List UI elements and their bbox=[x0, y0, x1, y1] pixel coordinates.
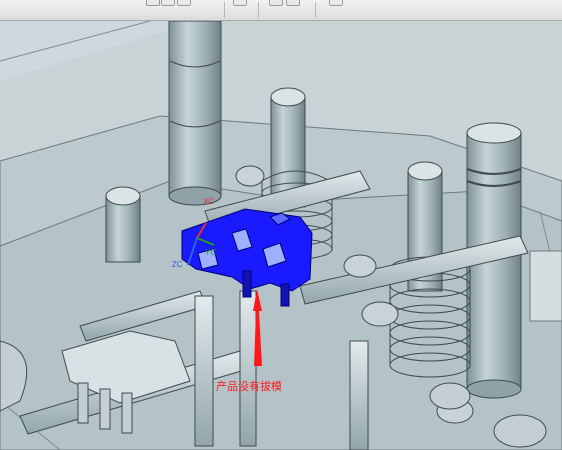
toolbar bbox=[0, 0, 562, 21]
toolbar-button-extra[interactable] bbox=[329, 0, 343, 6]
cad-3d-viewport[interactable]: XC ZC YC 产品没有拔模 bbox=[0, 21, 562, 450]
toolbar-button-render[interactable] bbox=[177, 0, 191, 6]
toolbar-button-view[interactable] bbox=[146, 0, 160, 6]
zc-axis-label: ZC bbox=[172, 260, 183, 269]
guide-pillar-left bbox=[168, 21, 222, 206]
toolbar-button-snap[interactable] bbox=[286, 0, 300, 6]
toolbar-separator bbox=[258, 2, 259, 18]
toolbar-button-section[interactable] bbox=[233, 0, 247, 6]
toolbar-separator bbox=[224, 2, 225, 18]
yc-axis-label: YC bbox=[205, 248, 217, 257]
toolbar-separator bbox=[315, 2, 316, 18]
xc-axis-label: XC bbox=[203, 197, 215, 206]
toolbar-button-layers[interactable] bbox=[269, 0, 283, 6]
toolbar-button-fit[interactable] bbox=[161, 0, 175, 6]
draft-annotation-label: 产品没有拔模 bbox=[216, 380, 282, 393]
locating-pin-left bbox=[105, 186, 141, 263]
